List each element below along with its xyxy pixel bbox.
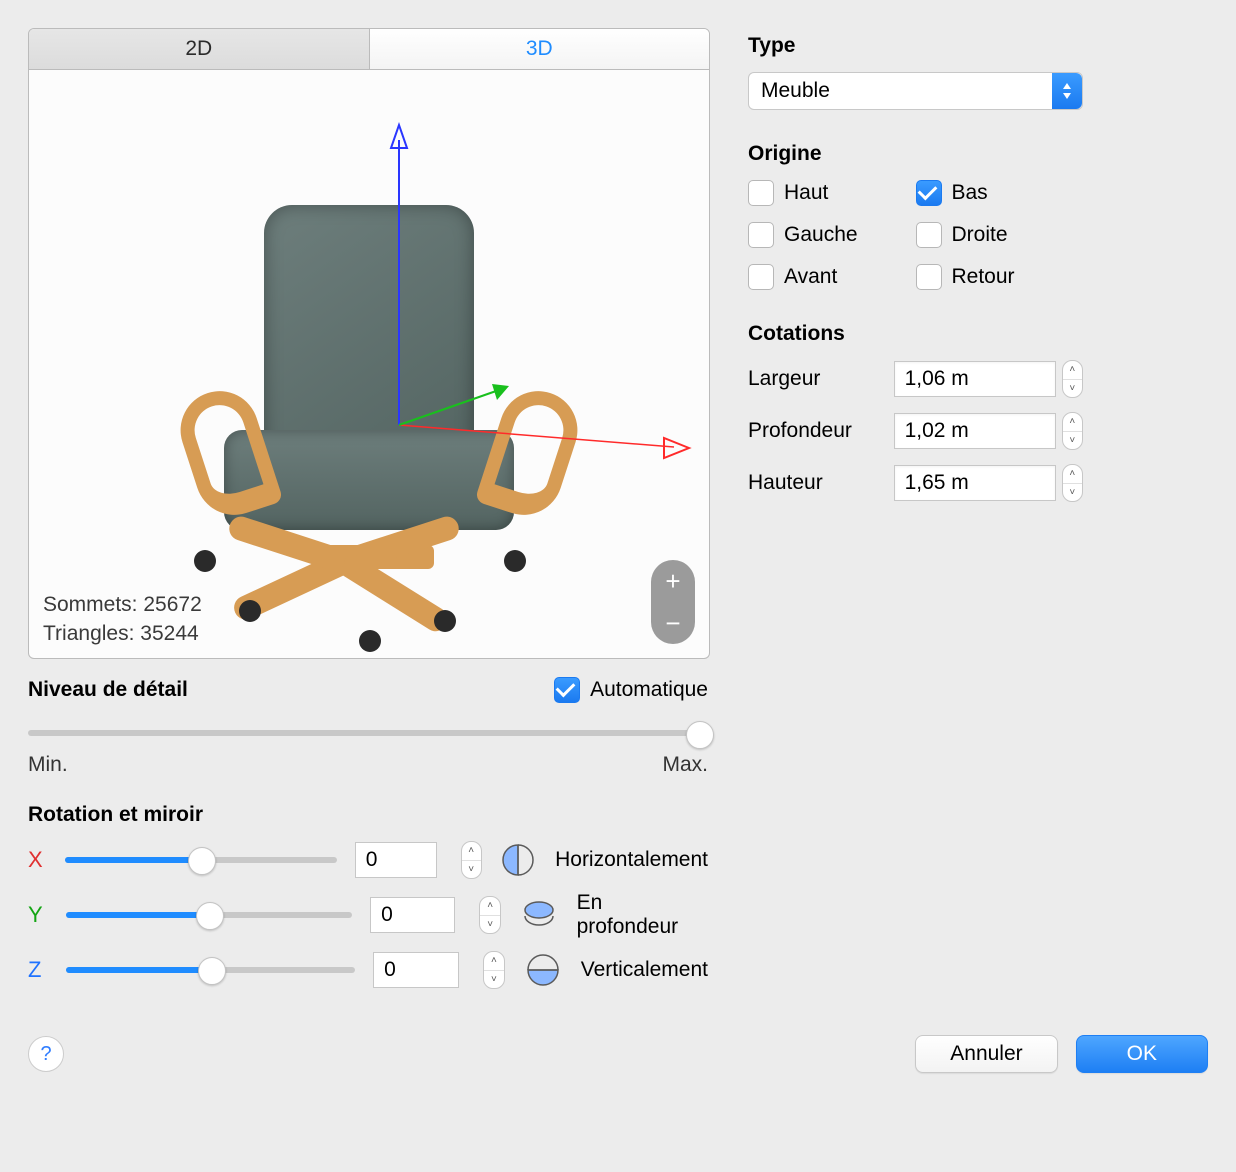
mesh-stats: Sommets: 25672 Triangles: 35244: [43, 591, 202, 648]
mirror-horizontal-icon: [501, 843, 535, 877]
origin-section-title: Origine: [748, 142, 1083, 166]
origin-back-checkbox[interactable]: [916, 264, 942, 290]
zoom-in-button[interactable]: +: [665, 568, 680, 594]
height-input[interactable]: 1,65 m: [894, 465, 1056, 501]
rotation-z-input[interactable]: 0: [373, 952, 459, 988]
rotation-y-input[interactable]: 0: [370, 897, 455, 933]
rotation-y-slider[interactable]: [66, 903, 352, 927]
type-section-title: Type: [748, 34, 1083, 58]
type-dropdown[interactable]: Meuble: [748, 72, 1083, 110]
rotation-z-slider[interactable]: [66, 958, 355, 982]
depth-label: Profondeur: [748, 419, 894, 443]
stat-triangles-label: Triangles:: [43, 622, 134, 645]
type-dropdown-value: Meuble: [749, 79, 1052, 103]
rotation-x-input[interactable]: 0: [355, 842, 437, 878]
width-input[interactable]: 1,06 m: [894, 361, 1056, 397]
zoom-control: + −: [651, 560, 695, 644]
rotation-x-label: X: [28, 847, 47, 873]
rotation-mirror-title: Rotation et miroir: [28, 803, 708, 827]
lod-auto-label: Automatique: [590, 678, 708, 702]
rotation-x-slider[interactable]: [65, 848, 337, 872]
tab-2d[interactable]: 2D: [29, 29, 370, 69]
depth-stepper[interactable]: ˄˅: [1062, 412, 1083, 450]
mirror-horizontal-button[interactable]: [500, 841, 538, 879]
rotation-z-stepper[interactable]: ˄˅: [483, 951, 505, 989]
cancel-button[interactable]: Annuler: [915, 1035, 1057, 1073]
origin-top-label: Haut: [784, 181, 828, 205]
origin-bottom-checkbox[interactable]: [916, 180, 942, 206]
origin-right-checkbox[interactable]: [916, 222, 942, 248]
height-stepper[interactable]: ˄˅: [1062, 464, 1083, 502]
rotation-z-label: Z: [28, 957, 48, 983]
ok-button[interactable]: OK: [1076, 1035, 1208, 1073]
lod-slider[interactable]: [28, 721, 708, 745]
help-button[interactable]: ?: [28, 1036, 64, 1072]
dropdown-arrows-icon: [1052, 73, 1082, 109]
mirror-vertical-button[interactable]: [523, 951, 563, 989]
view-mode-tabs: 2D 3D: [28, 28, 710, 70]
rotation-x-stepper[interactable]: ˄˅: [461, 841, 482, 879]
mirror-vertical-icon: [526, 953, 560, 987]
origin-back-label: Retour: [952, 265, 1015, 289]
mirror-depth-label: En profondeur: [577, 891, 708, 939]
dimensions-section-title: Cotations: [748, 322, 1083, 346]
lod-min-label: Min.: [28, 753, 68, 777]
mirror-depth-icon: [522, 898, 556, 932]
origin-front-checkbox[interactable]: [748, 264, 774, 290]
zoom-out-button[interactable]: −: [665, 610, 680, 636]
lod-max-label: Max.: [662, 753, 708, 777]
rotation-y-stepper[interactable]: ˄˅: [479, 896, 501, 934]
rotation-y-label: Y: [28, 902, 48, 928]
stat-vertices-value: 25672: [143, 593, 201, 616]
depth-input[interactable]: 1,02 m: [894, 413, 1056, 449]
mirror-vertical-label: Verticalement: [581, 958, 708, 982]
lod-title: Niveau de détail: [28, 678, 554, 702]
lod-auto-checkbox[interactable]: [554, 677, 580, 703]
height-label: Hauteur: [748, 471, 894, 495]
stat-triangles-value: 35244: [140, 622, 198, 645]
width-stepper[interactable]: ˄˅: [1062, 360, 1083, 398]
width-label: Largeur: [748, 367, 894, 391]
stat-vertices-label: Sommets:: [43, 593, 138, 616]
origin-bottom-label: Bas: [952, 181, 988, 205]
mirror-horizontal-label: Horizontalement: [555, 848, 708, 872]
origin-left-label: Gauche: [784, 223, 858, 247]
tab-3d[interactable]: 3D: [370, 29, 710, 69]
origin-top-checkbox[interactable]: [748, 180, 774, 206]
preview-viewport[interactable]: Sommets: 25672 Triangles: 35244 + −: [28, 70, 710, 659]
origin-left-checkbox[interactable]: [748, 222, 774, 248]
origin-right-label: Droite: [952, 223, 1008, 247]
origin-front-label: Avant: [784, 265, 837, 289]
mirror-depth-button[interactable]: [519, 896, 559, 934]
